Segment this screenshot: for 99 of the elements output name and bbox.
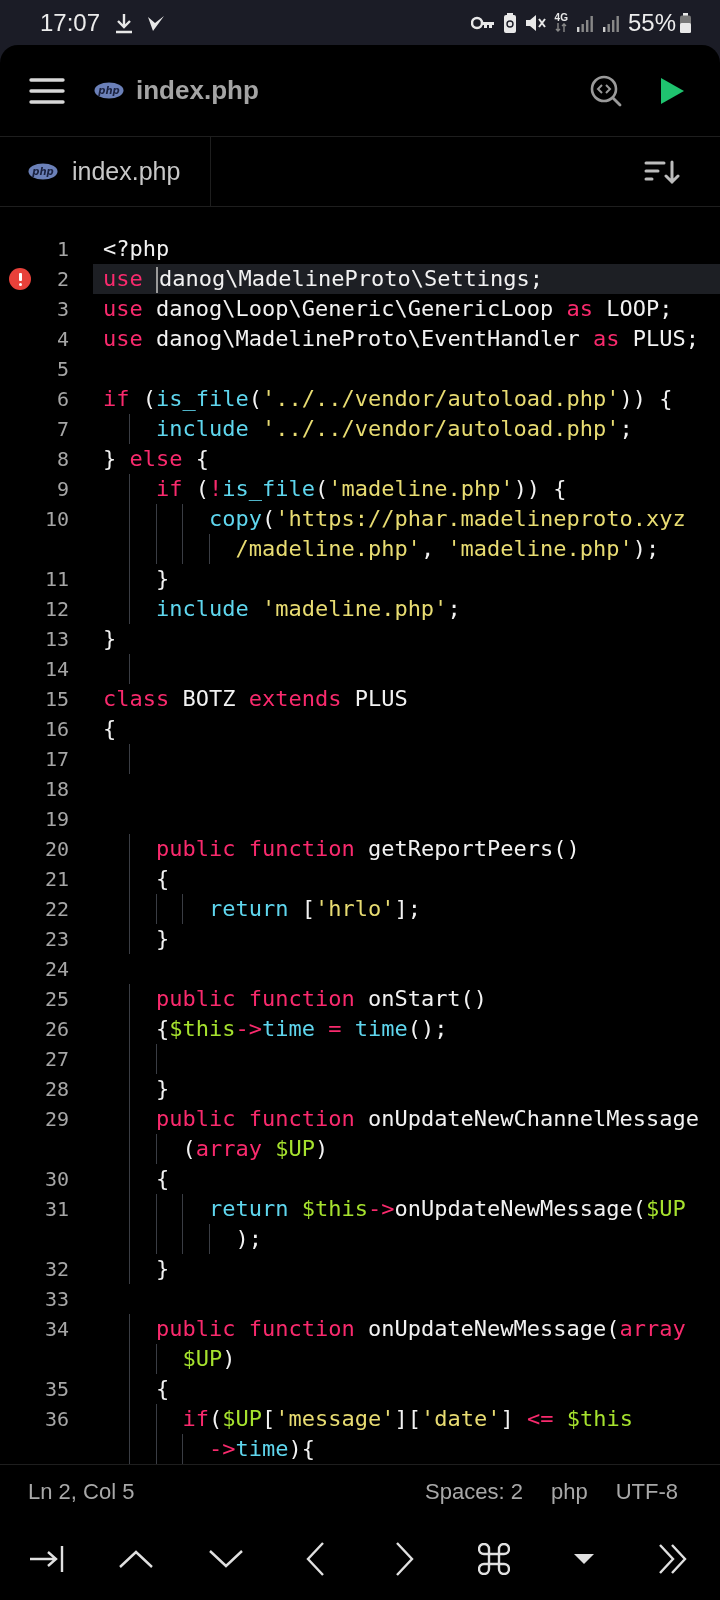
line-number: 18 xyxy=(44,777,69,801)
line-number: 6 xyxy=(56,387,69,411)
chevron-up-icon[interactable] xyxy=(118,1549,155,1569)
code-line: public function onUpdateNewChannelMessage xyxy=(155,1105,700,1133)
line-number: 27 xyxy=(44,1047,69,1071)
run-icon[interactable] xyxy=(659,76,685,105)
line-number: 10 xyxy=(44,507,69,531)
code-line: include 'madeline.php'; xyxy=(155,595,461,623)
line-number: 11 xyxy=(44,567,69,591)
line-number: 8 xyxy=(56,447,69,471)
line-number: 30 xyxy=(44,1167,69,1191)
code-line: } xyxy=(155,1255,170,1283)
line-number: 28 xyxy=(44,1077,69,1101)
tab-key-icon[interactable] xyxy=(27,1544,66,1574)
code-line: return ['hrlo']; xyxy=(208,895,421,923)
clock-time: 17:07 xyxy=(40,8,101,37)
line-number: 3 xyxy=(56,297,69,321)
code-line: { xyxy=(155,865,170,893)
code-line: } xyxy=(155,925,170,953)
line-number: 14 xyxy=(44,657,69,681)
code-line: { xyxy=(155,1165,170,1193)
code-line: } xyxy=(155,1075,170,1103)
command-key-icon[interactable] xyxy=(478,1543,511,1575)
php-logo-icon: php xyxy=(28,163,58,180)
line-number: 2 xyxy=(56,267,69,291)
code-line: include '../../vendor/autoload.php'; xyxy=(155,415,633,443)
chevron-down-icon[interactable] xyxy=(207,1549,244,1569)
line-number: 15 xyxy=(44,687,69,711)
line-number: 17 xyxy=(44,747,69,771)
line-number: 29 xyxy=(44,1107,69,1131)
code-line: (array $UP) xyxy=(182,1135,329,1163)
line-number: 24 xyxy=(44,957,69,981)
double-chevron-icon[interactable] xyxy=(658,1543,689,1575)
line-number: 25 xyxy=(44,987,69,1011)
line-number: 20 xyxy=(44,837,69,861)
line-number: 16 xyxy=(44,717,69,741)
indentation-setting[interactable]: Spaces: 2 xyxy=(425,1478,523,1505)
line-number: 4 xyxy=(56,327,69,351)
code-line: <?php xyxy=(103,235,170,263)
code-line: if (!is_file('madeline.php')) { xyxy=(155,475,567,503)
code-line: } else { xyxy=(103,445,209,473)
code-line: ); xyxy=(235,1225,262,1253)
line-number: 7 xyxy=(56,417,69,441)
php-logo-icon: php xyxy=(94,82,124,99)
line-number: 23 xyxy=(44,927,69,951)
code-line: } xyxy=(155,565,170,593)
line-number: 36 xyxy=(44,1407,69,1431)
line-number: 9 xyxy=(56,477,69,501)
chevron-left-icon[interactable] xyxy=(305,1541,326,1577)
signal-icon xyxy=(601,13,620,32)
mute-icon xyxy=(524,12,547,33)
signal-icon xyxy=(575,13,594,32)
line-number: 32 xyxy=(44,1257,69,1281)
menu-icon[interactable] xyxy=(29,76,65,105)
code-line: class BOTZ extends PLUS xyxy=(103,685,408,713)
chevron-right-icon[interactable] xyxy=(394,1541,415,1577)
code-line: copy('https://phar.madelineproto.xyz xyxy=(208,505,686,533)
battery-saver-icon xyxy=(502,11,517,34)
line-number: 13 xyxy=(44,627,69,651)
code-line: public function getReportPeers() xyxy=(155,835,580,863)
code-line: if($UP['message']['date'] <= $this xyxy=(182,1405,633,1433)
code-line: use danog\MadelineProto\EventHandler as PLUS; xyxy=(103,325,700,353)
code-line: if (is_file('../../vendor/autoload.php')) { xyxy=(103,385,673,413)
line-number: 22 xyxy=(44,897,69,921)
battery-percent: 55% xyxy=(627,8,676,37)
code-line: return $this->onUpdateNewMessage($UP xyxy=(208,1195,686,1223)
code-search-icon[interactable] xyxy=(589,73,623,108)
line-number: 35 xyxy=(44,1377,69,1401)
data-arrows-icon xyxy=(555,23,568,32)
code-line: /madeline.php', 'madeline.php'); xyxy=(235,535,660,563)
dropdown-icon[interactable] xyxy=(572,1553,595,1565)
line-number: 5 xyxy=(56,357,69,381)
file-title: index.php xyxy=(136,75,259,106)
code-line: { xyxy=(155,1375,170,1403)
battery-icon xyxy=(679,11,692,34)
code-line: ->time){ xyxy=(208,1435,315,1463)
sort-icon[interactable] xyxy=(644,158,680,185)
line-number: 33 xyxy=(44,1287,69,1311)
line-number: 31 xyxy=(44,1197,69,1221)
download-icon xyxy=(114,11,135,34)
key-icon xyxy=(470,15,495,30)
language-mode[interactable]: php xyxy=(550,1478,588,1505)
code-line: use danog\Loop\Generic\GenericLoop as LOOP; xyxy=(103,295,673,323)
code-line: { xyxy=(103,715,117,743)
line-number: 26 xyxy=(44,1017,69,1041)
line-number: 19 xyxy=(44,807,69,831)
code-line: public function onStart() xyxy=(155,985,488,1013)
code-line: {$this->time = time(); xyxy=(155,1015,448,1043)
cursor-position[interactable]: Ln 2, Col 5 xyxy=(28,1478,135,1505)
code-line: $UP) xyxy=(182,1345,236,1373)
network-type: 4G xyxy=(554,13,568,23)
file-encoding[interactable]: UTF-8 xyxy=(615,1478,678,1505)
line-number: 21 xyxy=(44,867,69,891)
code-line: } xyxy=(103,625,117,653)
line-number: 34 xyxy=(44,1317,69,1341)
code-line: use danog\MadelineProto\Settings; xyxy=(103,265,544,294)
code-line: public function onUpdateNewMessage(array xyxy=(155,1315,686,1343)
line-number: 12 xyxy=(44,597,69,621)
line-number: 1 xyxy=(56,237,69,261)
